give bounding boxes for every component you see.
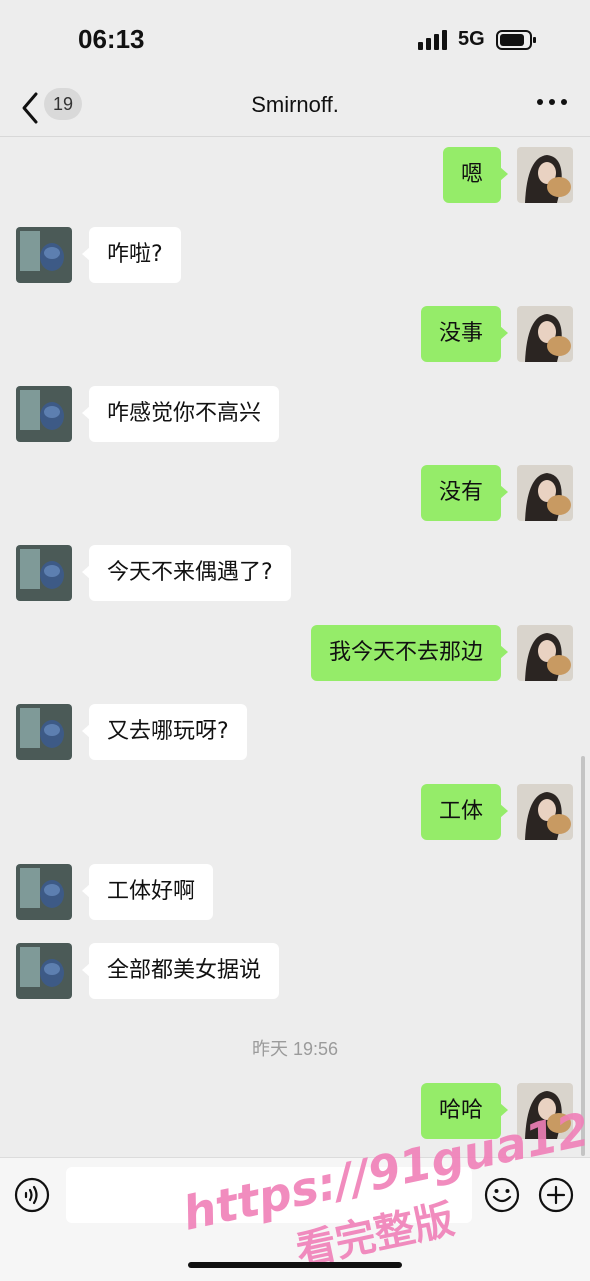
message-bubble-sent[interactable]: 嗯 <box>442 147 509 203</box>
my-avatar[interactable] <box>517 306 573 362</box>
girl-with-cat-avatar-icon <box>517 625 573 681</box>
more-options-icon[interactable] <box>534 92 570 112</box>
stitch-doll-avatar-icon <box>16 227 72 283</box>
status-time: 06:13 <box>78 24 145 54</box>
contact-avatar[interactable] <box>16 386 72 442</box>
message-bubble-received[interactable]: 咋啦? <box>82 227 181 283</box>
chat-scrollbar[interactable] <box>581 756 585 1156</box>
girl-with-cat-avatar-icon <box>517 147 573 203</box>
message-bubble-received[interactable]: 又去哪玩呀? <box>82 704 247 760</box>
stitch-doll-avatar-icon <box>16 704 72 760</box>
contact-avatar[interactable] <box>16 227 72 283</box>
message-bubble-received[interactable]: 全部都美女据说 <box>81 943 280 999</box>
battery-icon <box>496 30 536 50</box>
stitch-doll-avatar-icon <box>16 943 72 999</box>
message-bubble-sent[interactable]: 我今天不去那边 <box>310 625 509 681</box>
girl-with-cat-avatar-icon <box>517 465 573 521</box>
girl-with-cat-avatar-icon <box>517 784 573 840</box>
contact-avatar[interactable] <box>16 943 72 999</box>
girl-with-cat-avatar-icon <box>517 306 573 362</box>
my-avatar[interactable] <box>517 625 573 681</box>
home-indicator[interactable] <box>188 1262 402 1268</box>
signal-icon <box>418 30 447 50</box>
message-bubble-received[interactable]: 今天不来偶遇了? <box>82 545 291 601</box>
my-avatar[interactable] <box>517 784 573 840</box>
message-timestamp: 昨天 19:56 <box>251 1039 339 1059</box>
my-avatar[interactable] <box>517 147 573 203</box>
chat-title: Smirnoff. <box>251 92 339 117</box>
voice-icon[interactable] <box>14 1177 50 1213</box>
message-bubble-sent[interactable]: 工体 <box>420 784 509 840</box>
plus-icon[interactable] <box>538 1177 574 1213</box>
chat-area[interactable]: 嗯 咋啦? 没事 咋感觉你不高兴 没有 今天不来偶遇了? 我今天不去那边 又去哪… <box>0 137 590 1157</box>
status-bar: 06:13 5G <box>0 0 590 80</box>
emoji-icon[interactable] <box>484 1177 520 1213</box>
stitch-doll-avatar-icon <box>16 545 72 601</box>
message-bubble-received[interactable]: 工体好啊 <box>81 864 214 920</box>
network-type: 5G <box>458 28 485 50</box>
stitch-doll-avatar-icon <box>16 386 72 442</box>
contact-avatar[interactable] <box>16 864 72 920</box>
my-avatar[interactable] <box>517 465 573 521</box>
stitch-doll-avatar-icon <box>16 864 72 920</box>
message-bubble-sent[interactable]: 没事 <box>420 306 509 362</box>
message-bubble-received[interactable]: 咋感觉你不高兴 <box>81 386 280 442</box>
contact-avatar[interactable] <box>16 545 72 601</box>
contact-avatar[interactable] <box>16 704 72 760</box>
message-bubble-sent[interactable]: 没有 <box>420 465 509 521</box>
